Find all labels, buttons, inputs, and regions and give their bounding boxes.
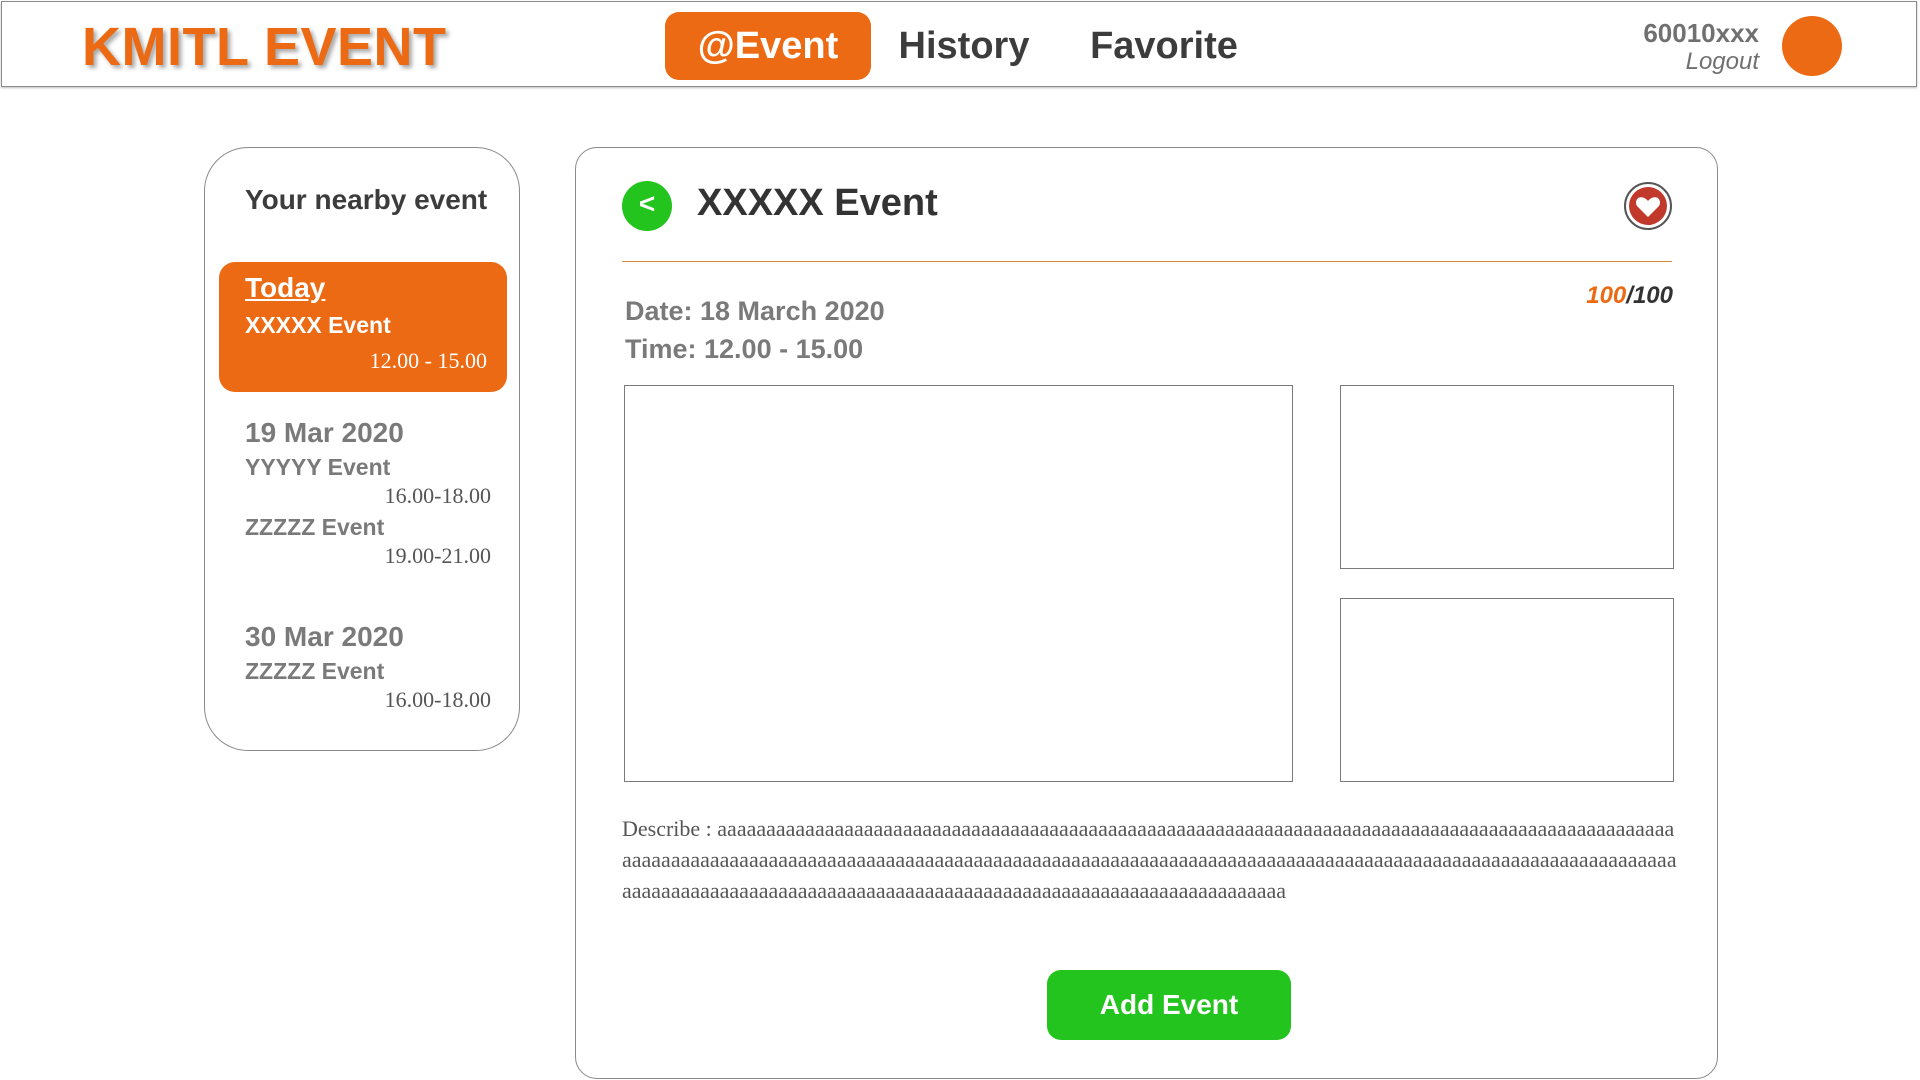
add-event-button[interactable]: Add Event	[1047, 970, 1291, 1040]
list-item-event[interactable]: ZZZZZ Event	[245, 512, 491, 542]
day-date: 19 Mar 2020	[245, 417, 404, 448]
today-event-name: XXXXX Event	[245, 312, 391, 338]
sidebar-title: Your nearby event	[245, 184, 488, 215]
day-date: 30 Mar 2020	[245, 621, 404, 652]
capacity-counter: 100/100	[1586, 282, 1673, 310]
list-item-time: 16.00-18.00	[384, 687, 491, 712]
event-detail-panel: < XXXXX Event 100/100 Date: 18 March 202…	[575, 147, 1718, 1079]
event-image-secondary	[1340, 385, 1674, 569]
capacity-max: 100	[1632, 282, 1673, 309]
event-title: XXXXX Event	[697, 182, 938, 224]
event-image-main	[624, 385, 1293, 782]
event-image-tertiary	[1340, 598, 1674, 782]
today-event-time: 12.00 - 15.00	[369, 348, 487, 373]
today-event-card[interactable]: Today XXXXX Event 12.00 - 15.00	[219, 262, 507, 392]
list-item-time: 19.00-21.00	[384, 543, 491, 568]
tab-favorite[interactable]: Favorite	[1082, 12, 1246, 80]
tab-event[interactable]: @Event	[665, 12, 871, 80]
top-navbar: KMITL EVENT @Event History Favorite 6001…	[1, 1, 1917, 87]
title-divider	[622, 261, 1672, 262]
capacity-separator: /	[1626, 282, 1633, 309]
event-description: Describe : aaaaaaaaaaaaaaaaaaaaaaaaaaaaa…	[622, 816, 1677, 903]
list-item-event[interactable]: ZZZZZ Event	[245, 656, 491, 686]
app-logo[interactable]: KMITL EVENT	[82, 16, 447, 78]
event-date: Date: 18 March 2020	[625, 296, 885, 326]
user-id: 60010xxx	[1643, 18, 1759, 48]
event-time: Time: 12.00 - 15.00	[625, 334, 864, 364]
heart-icon	[1629, 187, 1667, 225]
logout-link[interactable]: Logout	[1686, 48, 1759, 76]
chevron-left-icon: <	[638, 188, 656, 219]
tab-history[interactable]: History	[882, 12, 1046, 80]
list-item-event[interactable]: YYYYY Event	[245, 452, 491, 482]
list-item-time: 16.00-18.00	[384, 483, 491, 508]
day-group: 19 Mar 2020 YYYYY Event 16.00-18.00 ZZZZ…	[245, 416, 491, 570]
capacity-current: 100	[1586, 282, 1627, 309]
back-button[interactable]: <	[622, 181, 672, 231]
user-avatar[interactable]	[1782, 16, 1842, 76]
today-label: Today	[245, 272, 326, 303]
day-group: 30 Mar 2020 ZZZZZ Event 16.00-18.00	[245, 620, 491, 714]
favorite-button[interactable]	[1624, 182, 1672, 230]
nearby-event-sidebar: Your nearby event Today XXXXX Event 12.0…	[204, 147, 520, 751]
